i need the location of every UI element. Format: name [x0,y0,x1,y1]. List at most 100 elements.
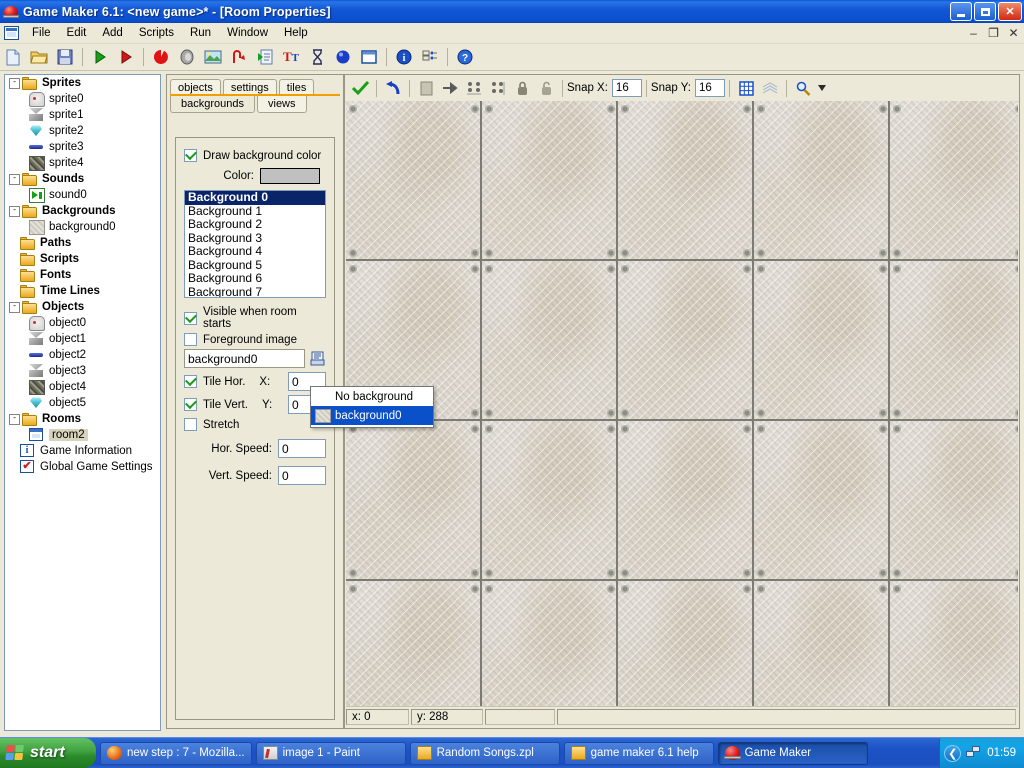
shift-icon[interactable] [439,78,461,99]
tab-tiles[interactable]: tiles [279,79,315,96]
isometric-grid-icon[interactable] [759,78,781,99]
zoom-icon[interactable] [792,78,814,99]
add-sprite-icon[interactable] [149,46,173,68]
network-icon[interactable] [966,746,981,760]
mdi-restore-button[interactable]: ❐ [987,26,1000,39]
background-list-item-1[interactable]: Background 1 [185,205,325,219]
align-vertical-icon[interactable] [487,78,509,99]
menu-window[interactable]: Window [219,25,276,41]
tab-settings[interactable]: settings [223,79,277,96]
tree-item-fonts[interactable]: Fonts [5,267,160,283]
tree-expander[interactable]: - [9,174,20,185]
menu-file[interactable]: File [24,25,59,41]
add-background-icon[interactable] [201,46,225,68]
image-name-field[interactable]: background0 [184,349,305,368]
tree-item-object1[interactable]: object1 [5,331,160,347]
dropdown-item-no-background[interactable]: No background [311,387,433,406]
menu-help[interactable]: Help [276,25,316,41]
color-swatch[interactable] [260,168,320,184]
tree-item-object3[interactable]: object3 [5,363,160,379]
taskbar-item-gm-help[interactable]: game maker 6.1 help [564,742,714,765]
tree-item-sprites[interactable]: -Sprites [5,75,160,91]
tab-views[interactable]: views [257,96,307,113]
snap-y-input[interactable]: 16 [695,79,725,97]
close-button[interactable]: ✕ [998,2,1022,21]
tray-expand-icon[interactable]: ❮ [944,745,961,762]
add-room-icon[interactable] [357,46,381,68]
add-object-icon[interactable] [331,46,355,68]
mdi-close-button[interactable]: ✕ [1007,26,1020,39]
tab-backgrounds[interactable]: backgrounds [170,96,255,113]
tile-vert-checkbox[interactable]: Tile Vert. [184,398,248,411]
start-button[interactable]: start [0,738,96,768]
open-game-icon[interactable] [27,46,51,68]
tree-item-object5[interactable]: object5 [5,395,160,411]
tree-item-rooms[interactable]: -Rooms [5,411,160,427]
tree-item-sprite2[interactable]: sprite2 [5,123,160,139]
snap-x-input[interactable]: 16 [612,79,642,97]
menu-scripts[interactable]: Scripts [131,25,182,41]
unlock-icon[interactable] [535,78,557,99]
background-list-item-3[interactable]: Background 3 [185,232,325,246]
tree-item-sprite0[interactable]: sprite0 [5,91,160,107]
tile-hor-checkbox[interactable]: Tile Hor. [184,375,245,388]
room-canvas-viewport[interactable] [346,101,1018,706]
help-icon[interactable]: ? [453,46,477,68]
tree-expander[interactable]: - [9,78,20,89]
tab-objects[interactable]: objects [170,79,221,96]
taskbar-item-firefox[interactable]: new step : 7 - Mozilla... [100,742,252,765]
background-select-icon[interactable] [308,349,326,368]
ok-check-icon[interactable] [349,78,371,99]
menu-edit[interactable]: Edit [59,25,95,41]
taskbar-item-random-songs[interactable]: Random Songs.zpl [410,742,560,765]
add-sound-icon[interactable] [175,46,199,68]
background-select-dropdown[interactable]: No background background0 [310,386,434,428]
background-list-item-5[interactable]: Background 5 [185,259,325,273]
tree-item-object2[interactable]: object2 [5,347,160,363]
tree-item-objects[interactable]: -Objects [5,299,160,315]
background-list-item-6[interactable]: Background 6 [185,272,325,286]
tree-item-sounds[interactable]: -Sounds [5,171,160,187]
align-horizontal-icon[interactable] [463,78,485,99]
tree-item-time-lines[interactable]: Time Lines [5,283,160,299]
draw-background-color-checkbox[interactable]: Draw background color [184,149,326,162]
maximize-button[interactable] [974,2,996,21]
taskbar-item-game-maker[interactable]: Game Maker [718,742,868,765]
room-canvas[interactable] [346,101,987,591]
global-game-settings-icon[interactable] [418,46,442,68]
visible-when-room-starts-checkbox[interactable]: Visible when room starts [184,306,326,330]
tree-item-game-information[interactable]: iGame Information [5,443,160,459]
run-debug-icon[interactable] [114,46,138,68]
add-path-icon[interactable] [227,46,251,68]
tree-item-sprite3[interactable]: sprite3 [5,139,160,155]
chevron-down-icon[interactable] [816,78,828,99]
mdi-window-icon[interactable] [4,26,19,40]
background-list-item-7[interactable]: Background 7 [185,286,325,299]
menu-run[interactable]: Run [182,25,219,41]
add-timeline-icon[interactable] [305,46,329,68]
tree-item-backgrounds[interactable]: -Backgrounds [5,203,160,219]
taskbar-item-paint[interactable]: image 1 - Paint [256,742,406,765]
tree-item-global-game-settings[interactable]: ✔Global Game Settings [5,459,160,475]
stretch-checkbox[interactable]: Stretch [184,418,326,431]
add-font-icon[interactable]: TT [279,46,303,68]
game-information-icon[interactable]: i [392,46,416,68]
tree-item-sprite1[interactable]: sprite1 [5,107,160,123]
tree-expander[interactable]: - [9,414,20,425]
dropdown-item-background0[interactable]: background0 [311,406,433,425]
tree-item-scripts[interactable]: Scripts [5,251,160,267]
vert-speed-input[interactable]: 0 [278,466,326,485]
background-list-item-2[interactable]: Background 2 [185,218,325,232]
run-normal-icon[interactable] [88,46,112,68]
tree-item-room2[interactable]: room2 [5,427,160,443]
undo-icon[interactable] [382,78,404,99]
show-grid-icon[interactable] [735,78,757,99]
background-list[interactable]: Background 0Background 1Background 2Back… [184,190,326,298]
resource-tree[interactable]: -Spritessprite0sprite1sprite2sprite3spri… [4,74,161,731]
foreground-image-checkbox[interactable]: Foreground image [184,333,326,346]
menu-add[interactable]: Add [94,25,130,41]
background-list-item-4[interactable]: Background 4 [185,245,325,259]
mdi-minimize-button[interactable]: – [967,26,980,39]
minimize-button[interactable] [950,2,972,21]
new-game-icon[interactable] [1,46,25,68]
